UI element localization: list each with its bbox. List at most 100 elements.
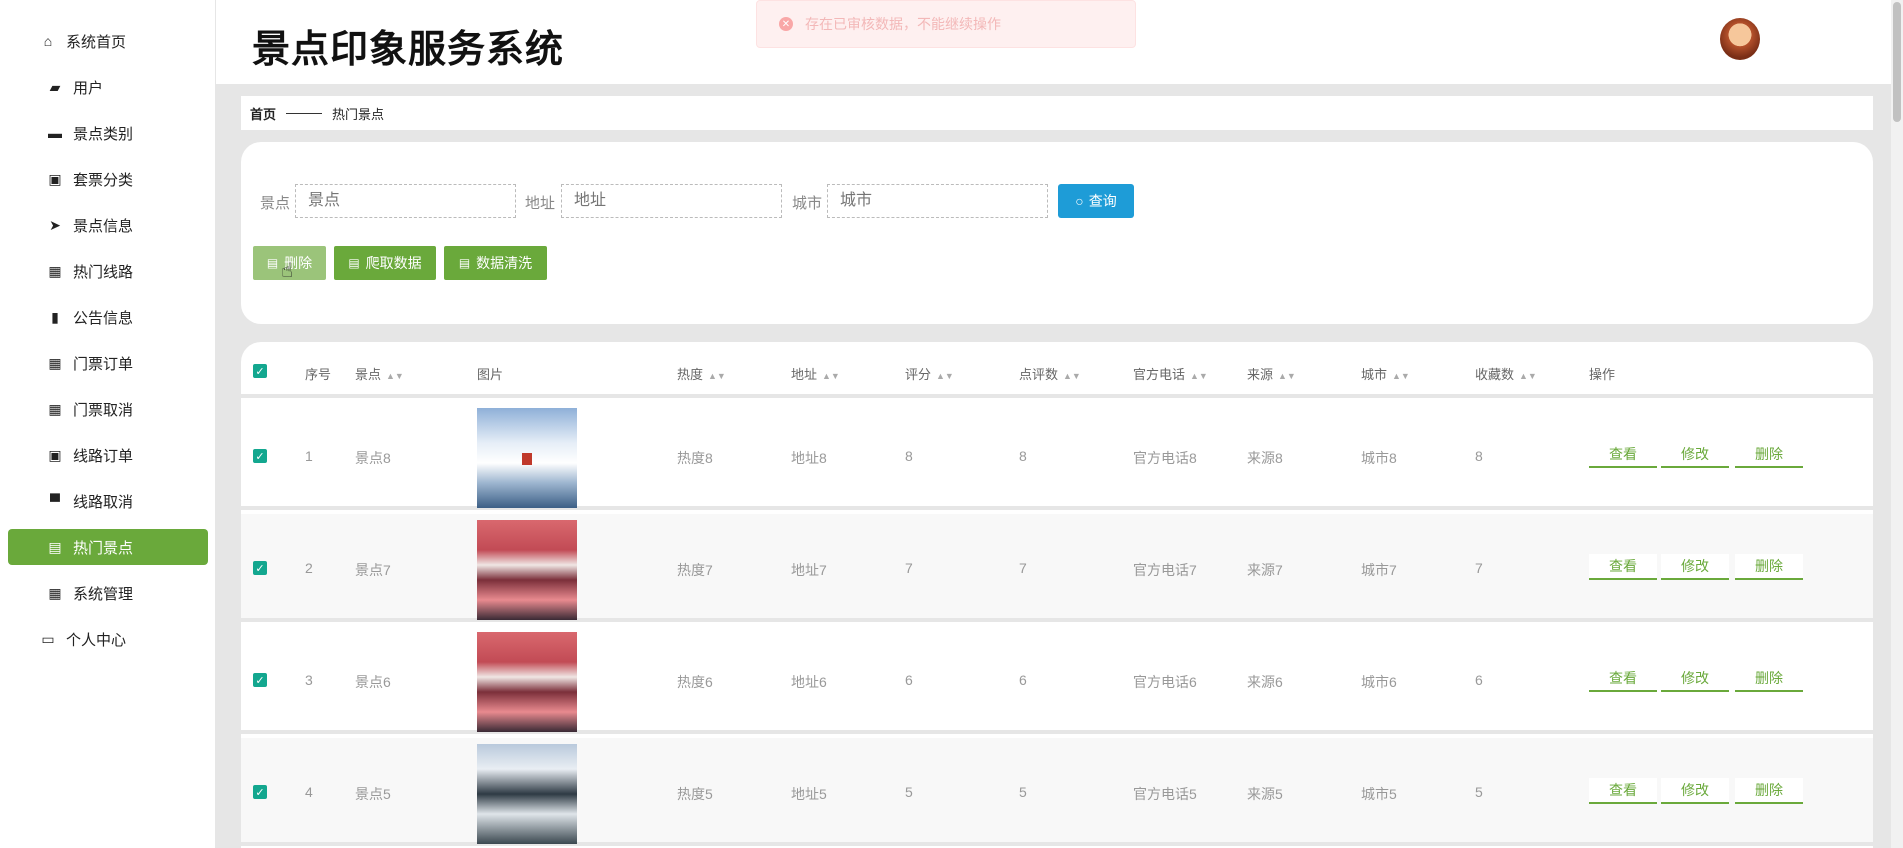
sort-icon[interactable]: ▲▼ (1392, 371, 1410, 381)
view-button[interactable]: 查看 (1589, 778, 1657, 804)
cell-source: 来源8 (1247, 450, 1283, 466)
col-favorites[interactable]: 收藏数 ▲▼ (1475, 364, 1537, 383)
cell-reviews: 8 (1019, 448, 1027, 464)
col-name-label: 景点 (355, 367, 382, 382)
query-button-label: 查询 (1088, 193, 1117, 209)
col-reviews[interactable]: 点评数 ▲▼ (1019, 364, 1081, 383)
error-icon: ✕ (779, 17, 793, 31)
cell-favorites: 5 (1475, 784, 1483, 800)
sidebar-item-route-cancel[interactable]: ▀ 线路取消 (8, 483, 208, 519)
col-city[interactable]: 城市 ▲▼ (1361, 364, 1410, 383)
sidebar-item-profile[interactable]: ▭ 个人中心 (8, 621, 208, 657)
cell-address: 地址8 (791, 450, 827, 466)
edit-button[interactable]: 修改 (1661, 666, 1729, 692)
cell-index: 4 (305, 784, 313, 800)
col-heat[interactable]: 热度 ▲▼ (677, 364, 726, 383)
sidebar-item-label: 热门线路 (73, 263, 134, 281)
printer-icon: ▤ (348, 256, 360, 270)
sidebar-item-hot-spots[interactable]: ▤ 热门景点 (8, 529, 208, 565)
sidebar-item-spot-info[interactable]: ➤ 景点信息 (8, 207, 208, 243)
sidebar-item-notices[interactable]: ▮ 公告信息 (8, 299, 208, 335)
error-toast: ✕ 存在已审核数据，不能继续操作 (756, 0, 1136, 48)
sidebar-item-users[interactable]: ▰ 用户 (8, 69, 208, 105)
sort-icon[interactable]: ▲▼ (386, 371, 404, 381)
sidebar-item-package-category[interactable]: ▣ 套票分类 (8, 161, 208, 197)
search-icon: ○ (1075, 193, 1084, 209)
cell-heat: 热度8 (677, 450, 713, 466)
edit-button[interactable]: 修改 (1661, 778, 1729, 804)
col-phone[interactable]: 官方电话 ▲▼ (1133, 364, 1208, 383)
sidebar-item-hot-routes[interactable]: ▦ 热门线路 (8, 253, 208, 289)
sort-icon[interactable]: ▲▼ (822, 371, 840, 381)
sort-icon[interactable]: ▲▼ (1190, 371, 1208, 381)
clipboard-check-icon: ▣ (48, 446, 62, 463)
cell-index: 1 (305, 448, 313, 464)
breadcrumb-home[interactable]: 首页 (250, 104, 276, 123)
cell-favorites: 7 (1475, 560, 1483, 576)
row-checkbox[interactable]: ✓ (253, 449, 267, 463)
data-clean-button[interactable]: ▤ 数据清洗 (444, 246, 547, 280)
cell-phone: 官方电话8 (1133, 450, 1197, 466)
avatar[interactable] (1720, 18, 1760, 60)
col-city-label: 城市 (1361, 367, 1388, 382)
cell-reviews: 7 (1019, 560, 1027, 576)
sidebar-item-ticket-cancel[interactable]: ▦ 门票取消 (8, 391, 208, 427)
cell-score: 8 (905, 448, 913, 464)
sort-icon[interactable]: ▲▼ (1519, 371, 1537, 381)
query-button[interactable]: ○ 查询 (1058, 184, 1134, 218)
row-checkbox[interactable]: ✓ (253, 785, 267, 799)
sort-icon[interactable]: ▲▼ (708, 371, 726, 381)
sidebar-item-home[interactable]: ⌂ 系统首页 (8, 23, 208, 59)
sidebar-item-label: 线路订单 (73, 447, 134, 465)
sidebar-item-system[interactable]: ▦ 系统管理 (8, 575, 208, 611)
row-checkbox[interactable]: ✓ (253, 673, 267, 687)
row-checkbox[interactable]: ✓ (253, 561, 267, 575)
edit-button[interactable]: 修改 (1661, 442, 1729, 468)
delete-button[interactable]: 删除 (1735, 442, 1803, 468)
sort-icon[interactable]: ▲▼ (936, 371, 954, 381)
delete-button[interactable]: 删除 (1735, 554, 1803, 580)
col-image: 图片 (477, 367, 504, 382)
sidebar-item-route-orders[interactable]: ▣ 线路订单 (8, 437, 208, 473)
spot-image (477, 744, 577, 844)
cell-name: 景点8 (355, 450, 391, 466)
sort-icon[interactable]: ▲▼ (1063, 371, 1081, 381)
panel-icon: ▭ (41, 630, 55, 647)
cell-heat: 热度7 (677, 562, 713, 578)
sort-icon[interactable]: ▲▼ (1278, 371, 1296, 381)
col-name[interactable]: 景点 ▲▼ (355, 364, 404, 383)
sidebar-item-ticket-orders[interactable]: ▦ 门票订单 (8, 345, 208, 381)
grid-icon: ▦ (48, 354, 62, 371)
edit-button[interactable]: 修改 (1661, 554, 1729, 580)
view-button[interactable]: 查看 (1589, 554, 1657, 580)
spot-search-input[interactable] (295, 184, 516, 218)
app-title: 景点印象服务系统 (252, 29, 565, 71)
cell-name: 景点6 (355, 674, 391, 690)
cell-favorites: 8 (1475, 448, 1483, 464)
cablecar-shape (522, 453, 532, 465)
sidebar-item-spot-category[interactable]: ▬ 景点类别 (8, 115, 208, 151)
printer-icon: ▤ (458, 256, 471, 270)
city-search-input[interactable] (827, 184, 1048, 218)
sidebar-item-label: 热门景点 (73, 539, 134, 557)
cell-heat: 热度6 (677, 674, 713, 690)
crawl-data-button[interactable]: ▤ 爬取数据 (334, 246, 436, 280)
delete-button[interactable]: 删除 (1735, 666, 1803, 692)
ticket-icon: ▰ (49, 78, 61, 95)
cell-score: 6 (905, 672, 913, 688)
col-address[interactable]: 地址 ▲▼ (791, 364, 840, 383)
col-source[interactable]: 来源 ▲▼ (1247, 364, 1296, 383)
view-button[interactable]: 查看 (1589, 442, 1657, 468)
scrollbar-thumb[interactable] (1893, 2, 1901, 122)
grid-icon: ▦ (48, 262, 62, 279)
col-address-label: 地址 (791, 367, 818, 382)
spot-field-label: 景点 (260, 195, 291, 212)
search-panel: 景点 地址 城市 ○查询 ▤删除 ▤爬取数据 ▤数据清洗 ☝ (241, 142, 1873, 324)
address-search-input[interactable] (561, 184, 782, 218)
select-all-checkbox[interactable]: ✓ (253, 364, 267, 378)
monitor-icon: ▀ (50, 493, 60, 509)
col-score[interactable]: 评分 ▲▼ (905, 364, 954, 383)
delete-button[interactable]: 删除 (1735, 778, 1803, 804)
scrollbar[interactable] (1891, 0, 1903, 848)
view-button[interactable]: 查看 (1589, 666, 1657, 692)
